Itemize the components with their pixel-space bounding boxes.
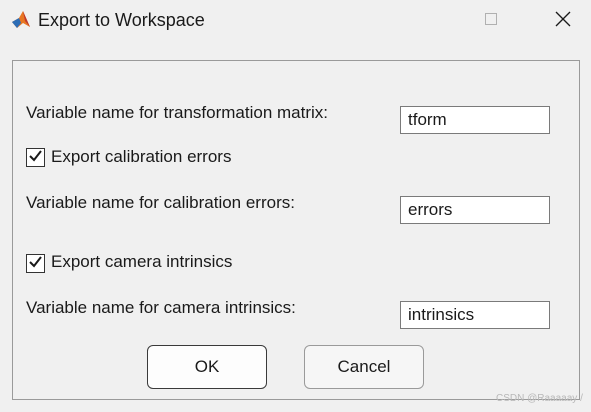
intrinsics-label: Variable name for camera intrinsics:	[26, 298, 296, 317]
maximize-icon	[484, 12, 498, 31]
tform-label: Variable name for transformation matrix:	[26, 103, 329, 122]
checkmark-icon	[28, 254, 43, 274]
window-title: Export to Workspace	[38, 10, 205, 30]
calibration-errors-checkbox-label[interactable]: Export calibration errors	[51, 147, 231, 167]
close-button[interactable]	[540, 0, 586, 42]
ok-button[interactable]: OK	[147, 345, 267, 389]
errors-name-input[interactable]	[400, 196, 550, 224]
watermark-text: CSDN @Raaaaay /	[496, 393, 583, 404]
minimize-icon	[418, 12, 432, 31]
minimize-button[interactable]	[402, 0, 448, 42]
close-icon	[555, 11, 571, 32]
cancel-button[interactable]: Cancel	[304, 345, 424, 389]
tform-name-input[interactable]	[400, 106, 550, 134]
camera-intrinsics-checkbox-label[interactable]: Export camera intrinsics	[51, 252, 232, 272]
calibration-errors-checkbox[interactable]	[26, 148, 45, 167]
camera-intrinsics-checkbox[interactable]	[26, 254, 45, 273]
title-bar: Export to Workspace	[0, 0, 591, 42]
matlab-logo-icon	[10, 9, 32, 31]
maximize-button[interactable]	[468, 0, 514, 42]
checkmark-icon	[28, 148, 43, 168]
intrinsics-name-input[interactable]	[400, 301, 550, 329]
errors-label: Variable name for calibration errors:	[26, 193, 295, 212]
